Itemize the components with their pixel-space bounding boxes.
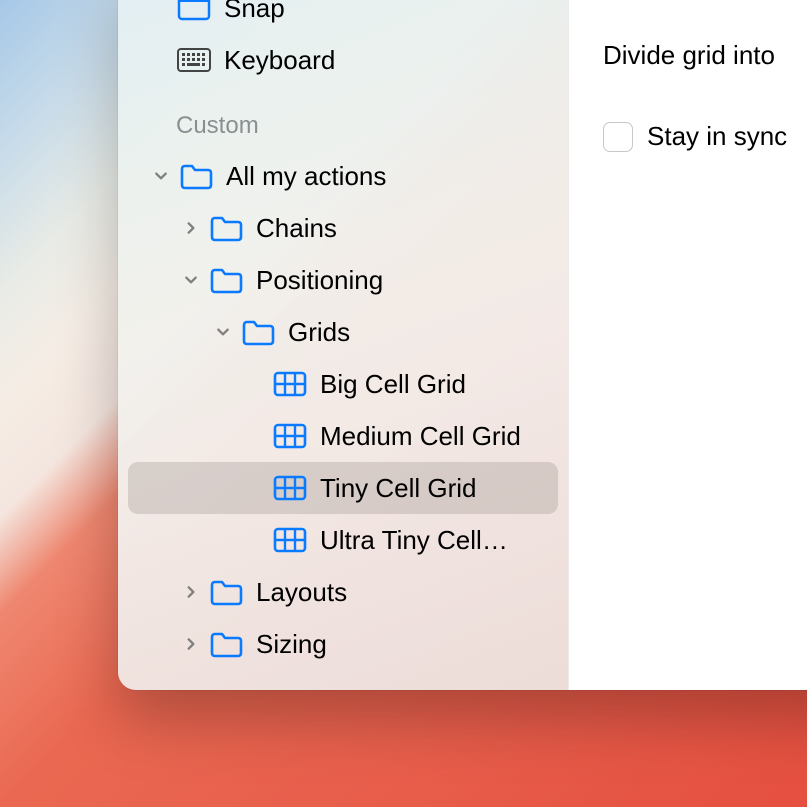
stay-in-sync-label: Stay in sync (647, 121, 787, 152)
chevron-down-icon[interactable] (152, 167, 170, 185)
sidebar-item-chains[interactable]: Chains (128, 202, 558, 254)
chevron-down-icon[interactable] (182, 271, 200, 289)
snap-icon (176, 0, 212, 23)
sidebar-item-label: Grids (288, 317, 350, 348)
keyboard-icon (176, 45, 212, 75)
sidebar-item-snap[interactable]: Snap (128, 0, 558, 34)
chevron-right-icon[interactable] (182, 583, 200, 601)
preferences-window: Snap Keyboard Cu (118, 0, 807, 690)
section-header-custom: Custom (118, 86, 568, 150)
sidebar-item-label: Ultra Tiny Cell… (320, 525, 508, 556)
sidebar-item-label: Keyboard (224, 45, 335, 76)
chevron-right-icon[interactable] (182, 635, 200, 653)
sidebar-item-label: Sizing (256, 629, 327, 660)
folder-icon (208, 577, 244, 607)
grid-icon (272, 525, 308, 555)
sidebar-item-grids[interactable]: Grids (128, 306, 558, 358)
folder-icon (178, 161, 214, 191)
main-panel: Divide grid into Stay in sync (568, 0, 807, 690)
sidebar-item-big-cell-grid[interactable]: Big Cell Grid (128, 358, 558, 410)
sidebar-item-label: Chains (256, 213, 337, 244)
folder-icon (208, 629, 244, 659)
grid-icon (272, 473, 308, 503)
stay-in-sync-row: Stay in sync (603, 121, 807, 152)
sidebar-item-label: Positioning (256, 265, 383, 296)
sidebar-item-label: Big Cell Grid (320, 369, 466, 400)
folder-icon (240, 317, 276, 347)
folder-icon (208, 213, 244, 243)
sidebar-item-keyboard[interactable]: Keyboard (128, 34, 558, 86)
sidebar-item-ultra-tiny-cell[interactable]: Ultra Tiny Cell… (128, 514, 558, 566)
sidebar-item-label: Tiny Cell Grid (320, 473, 477, 504)
sidebar-item-layouts[interactable]: Layouts (128, 566, 558, 618)
chevron-down-icon[interactable] (214, 323, 232, 341)
divide-grid-label: Divide grid into (603, 40, 807, 71)
sidebar-item-all-actions[interactable]: All my actions (128, 150, 558, 202)
sidebar-item-medium-cell-grid[interactable]: Medium Cell Grid (128, 410, 558, 462)
sidebar-item-sizing[interactable]: Sizing (128, 618, 558, 670)
sidebar-item-tiny-cell-grid[interactable]: Tiny Cell Grid (128, 462, 558, 514)
sidebar-item-label: All my actions (226, 161, 386, 192)
chevron-right-icon[interactable] (182, 219, 200, 237)
sidebar-item-label: Layouts (256, 577, 347, 608)
grid-icon (272, 421, 308, 451)
stay-in-sync-checkbox[interactable] (603, 122, 633, 152)
grid-icon (272, 369, 308, 399)
sidebar-item-label: Medium Cell Grid (320, 421, 521, 452)
sidebar-item-label: Snap (224, 0, 285, 24)
sidebar: Snap Keyboard Cu (118, 0, 568, 690)
folder-icon (208, 265, 244, 295)
sidebar-item-positioning[interactable]: Positioning (128, 254, 558, 306)
sidebar-tree: Snap Keyboard Cu (118, 0, 568, 670)
